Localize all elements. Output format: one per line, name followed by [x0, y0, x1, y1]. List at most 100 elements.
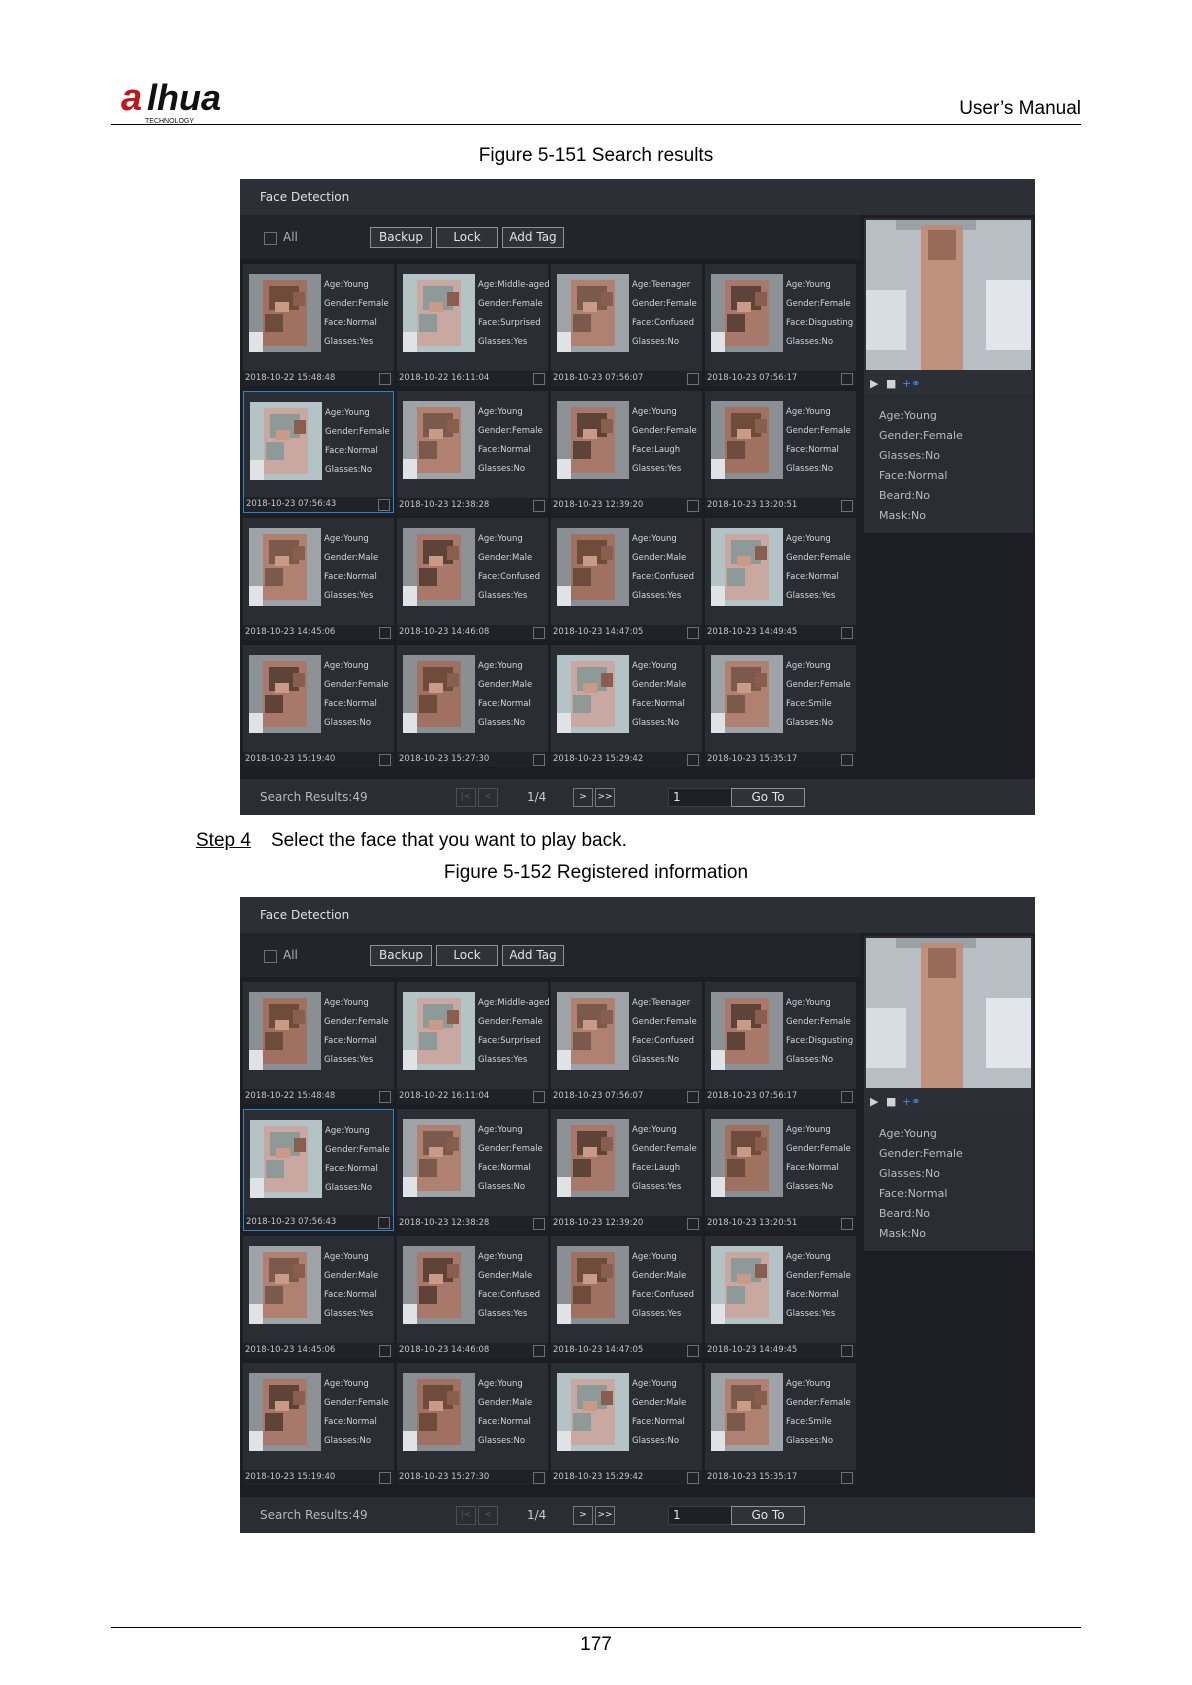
face-result-card[interactable]: Age:Middle-aged Gender:Female Face:Surpris…	[397, 264, 550, 386]
face-result-card[interactable]: Age:Young Gender:Female Face:Disgusting Gla…	[705, 264, 856, 386]
face-result-card[interactable]: Age:Young Gender:Male Face:Normal Glasses:N…	[551, 645, 702, 767]
face-result-card[interactable]: Age:Young Gender:Female Face:Normal Glasses…	[243, 982, 394, 1104]
face-thumbnail	[557, 1373, 629, 1451]
select-all-checkbox[interactable]	[264, 232, 277, 245]
go-to-button[interactable]: Go To	[731, 1506, 805, 1525]
face-result-card[interactable]: Age:Young Gender:Female Face:Disgusting Gla…	[705, 982, 856, 1104]
select-checkbox[interactable]	[379, 373, 391, 385]
select-checkbox[interactable]	[687, 1345, 699, 1357]
select-checkbox[interactable]	[841, 627, 853, 639]
face-result-card[interactable]: Age:Young Gender:Female Face:Normal Glasses…	[397, 391, 548, 513]
select-checkbox[interactable]	[687, 754, 699, 766]
face-thumbnail	[557, 401, 629, 479]
face-result-card[interactable]: Age:Young Gender:Male Face:Confused Glasses…	[397, 1236, 548, 1358]
page-number-input[interactable]: 1	[668, 1506, 732, 1525]
select-checkbox[interactable]	[841, 1218, 853, 1230]
select-checkbox[interactable]	[379, 1472, 391, 1484]
add-tag-button[interactable]: Add Tag	[502, 945, 564, 966]
select-checkbox[interactable]	[841, 1472, 853, 1484]
face-result-card[interactable]: Age:Young Gender:Female Face:Normal Glasses…	[705, 1109, 856, 1231]
face-result-card[interactable]: Age:Young Gender:Female Face:Normal Glasses…	[705, 518, 856, 640]
face-result-card[interactable]: Age:Middle-aged Gender:Female Face:Surpris…	[397, 982, 550, 1104]
play-icon[interactable]: ▶	[870, 377, 878, 390]
backup-button[interactable]: Backup	[370, 945, 432, 966]
face-result-card[interactable]: Age:Young Gender:Female Face:Normal Glasses…	[243, 1363, 394, 1485]
select-checkbox[interactable]	[841, 500, 853, 512]
face-result-card[interactable]: Age:Teenager Gender:Female Face:Confused Gl…	[551, 982, 702, 1104]
select-checkbox[interactable]	[379, 1345, 391, 1357]
prev-page-button[interactable]: <	[478, 788, 498, 807]
prev-page-button[interactable]: <	[478, 1506, 498, 1525]
select-checkbox[interactable]	[533, 754, 545, 766]
face-result-card[interactable]: Age:Young Gender:Male Face:Normal Glasses:Y…	[243, 518, 394, 640]
attr-age: Age:Young	[632, 661, 677, 671]
add-tag-button[interactable]: Add Tag	[502, 227, 564, 248]
face-result-card[interactable]: Age:Young Gender:Female Face:Smile Glasses:…	[705, 1363, 856, 1485]
face-result-card[interactable]: Age:Young Gender:Female Face:Normal Glasses…	[705, 1236, 856, 1358]
select-checkbox[interactable]	[841, 373, 853, 385]
select-checkbox[interactable]	[379, 1091, 391, 1103]
go-to-button[interactable]: Go To	[731, 788, 805, 807]
select-checkbox[interactable]	[687, 1091, 699, 1103]
face-result-card[interactable]: Age:Young Gender:Female Face:Smile Glasses:…	[705, 645, 856, 767]
face-result-card[interactable]: Age:Young Gender:Male Face:Normal Glasses:N…	[551, 1363, 702, 1485]
face-result-card[interactable]: Age:Young Gender:Male Face:Normal Glasses:N…	[397, 1363, 548, 1485]
select-checkbox[interactable]	[687, 1218, 699, 1230]
face-result-card[interactable]: Age:Young Gender:Female Face:Normal Glasses…	[397, 1109, 548, 1231]
select-checkbox[interactable]	[533, 1472, 545, 1484]
attr-age: Age:Young	[478, 1379, 523, 1389]
face-result-card[interactable]: Age:Young Gender:Female Face:Laugh Glasses:…	[551, 1109, 702, 1231]
backup-button[interactable]: Backup	[370, 227, 432, 248]
face-result-card[interactable]: Age:Young Gender:Female Face:Laugh Glasses:…	[551, 391, 702, 513]
page-number-input[interactable]: 1	[668, 788, 732, 807]
figure-caption: Figure 5-151 Search results	[478, 145, 714, 166]
face-result-card[interactable]: Age:Young Gender:Female Face:Normal Glasses…	[243, 1109, 394, 1231]
face-result-card[interactable]: Age:Young Gender:Male Face:Normal Glasses:Y…	[243, 1236, 394, 1358]
select-checkbox[interactable]	[533, 500, 545, 512]
face-result-card[interactable]: Age:Young Gender:Male Face:Normal Glasses:N…	[397, 645, 548, 767]
face-result-card[interactable]: Age:Young Gender:Female Face:Normal Glasses…	[243, 645, 394, 767]
select-checkbox[interactable]	[841, 754, 853, 766]
face-result-card[interactable]: Age:Young Gender:Female Face:Normal Glasses…	[243, 264, 394, 386]
select-checkbox[interactable]	[379, 627, 391, 639]
last-page-button[interactable]: >>	[595, 1506, 615, 1525]
next-page-button[interactable]: >	[573, 788, 593, 807]
select-checkbox[interactable]	[687, 1472, 699, 1484]
select-checkbox[interactable]	[378, 1217, 390, 1229]
lock-button[interactable]: Lock	[436, 945, 498, 966]
select-checkbox[interactable]	[841, 1091, 853, 1103]
select-checkbox[interactable]	[841, 1345, 853, 1357]
face-result-card[interactable]: Age:Teenager Gender:Female Face:Confused Gl…	[551, 264, 702, 386]
tag-icon[interactable]: +⚭	[902, 377, 920, 390]
face-result-card[interactable]: Age:Young Gender:Female Face:Normal Glasses…	[705, 391, 856, 513]
face-result-card[interactable]: Age:Young Gender:Male Face:Confused Glasses…	[397, 518, 548, 640]
preview-image[interactable]	[866, 220, 1031, 370]
select-all-checkbox[interactable]	[264, 950, 277, 963]
select-checkbox[interactable]	[687, 500, 699, 512]
stop-icon[interactable]: ■	[886, 377, 896, 390]
face-result-card[interactable]: Age:Young Gender:Male Face:Confused Glasses…	[551, 1236, 702, 1358]
select-checkbox[interactable]	[533, 1345, 545, 1357]
first-page-button[interactable]: |<	[456, 788, 476, 807]
next-page-button[interactable]: >	[573, 1506, 593, 1525]
attr-gender: Gender:Female	[786, 680, 851, 690]
play-icon[interactable]: ▶	[870, 1095, 878, 1108]
tag-icon[interactable]: +⚭	[902, 1095, 920, 1108]
stop-icon[interactable]: ■	[886, 1095, 896, 1108]
select-checkbox[interactable]	[533, 1218, 545, 1230]
first-page-button[interactable]: |<	[456, 1506, 476, 1525]
select-checkbox[interactable]	[533, 1091, 545, 1103]
select-checkbox[interactable]	[533, 373, 545, 385]
last-page-button[interactable]: >>	[595, 788, 615, 807]
attr-face: Face:Normal	[324, 1036, 377, 1046]
preview-image[interactable]	[866, 938, 1031, 1088]
select-checkbox[interactable]	[687, 373, 699, 385]
select-checkbox[interactable]	[378, 499, 390, 511]
select-checkbox[interactable]	[687, 627, 699, 639]
face-result-card[interactable]: Age:Young Gender:Male Face:Confused Glasses…	[551, 518, 702, 640]
select-checkbox[interactable]	[533, 627, 545, 639]
info-glasses: Glasses:No	[879, 1167, 940, 1180]
face-result-card[interactable]: Age:Young Gender:Female Face:Normal Glasses…	[243, 391, 394, 513]
lock-button[interactable]: Lock	[436, 227, 498, 248]
select-checkbox[interactable]	[379, 754, 391, 766]
